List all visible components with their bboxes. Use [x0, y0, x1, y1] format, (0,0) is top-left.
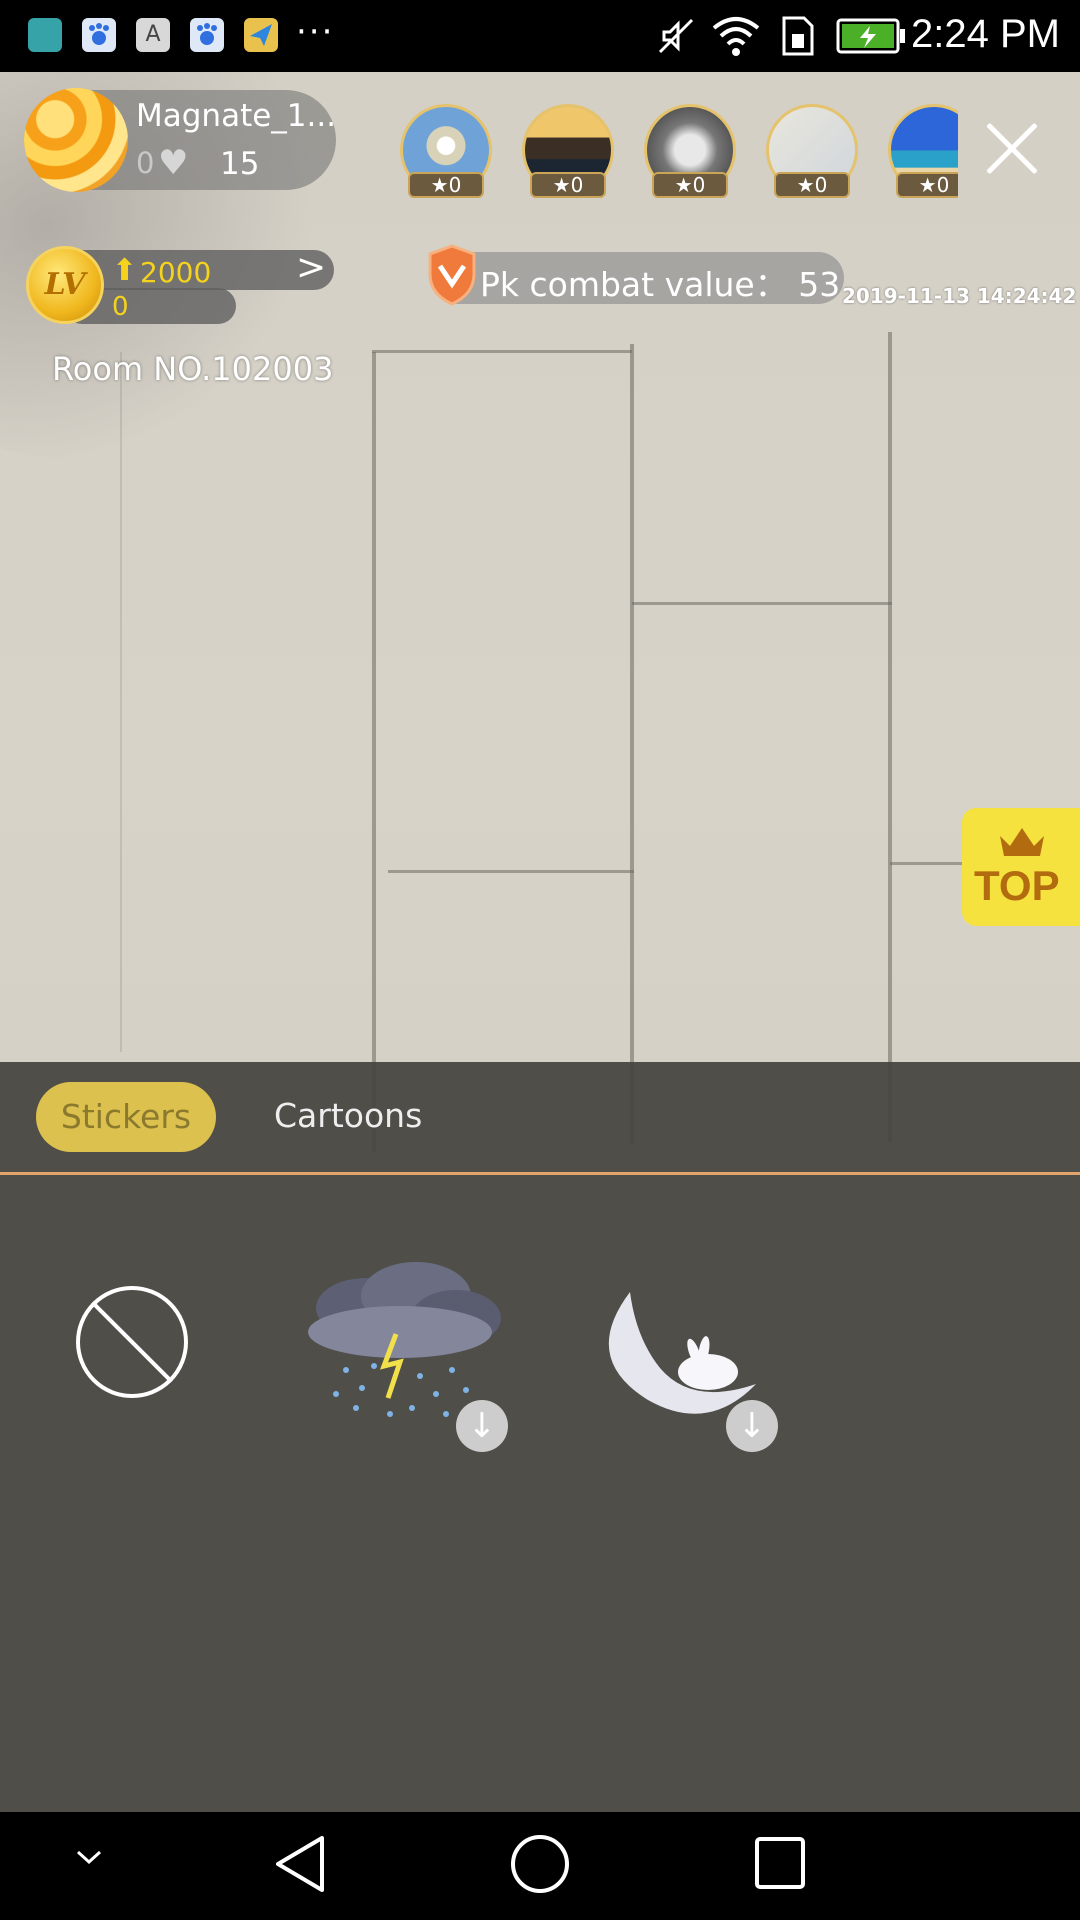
heart-icon: ♥: [158, 143, 189, 183]
close-button[interactable]: [982, 118, 1042, 178]
crown-icon: [1000, 828, 1044, 856]
clock: 2:24 PM: [911, 12, 1060, 56]
wifi-icon: [712, 17, 760, 56]
sim-icon: [782, 16, 814, 56]
no-sticker-icon[interactable]: [76, 1286, 188, 1398]
baidu-icon: [190, 18, 224, 52]
wall-seam: [120, 352, 122, 1052]
navigation-bar: [0, 1812, 1080, 1920]
host-follower-count: 15: [220, 146, 260, 182]
viewer-star-badge: ★0: [774, 172, 850, 198]
room-number: Room NO.102003: [52, 350, 334, 388]
arrow-up-icon: ⬆: [112, 253, 138, 288]
download-icon[interactable]: ↓: [726, 1400, 778, 1452]
wall-seam: [388, 870, 634, 873]
wall-seam: [372, 352, 376, 1152]
tab-divider: [0, 1172, 1080, 1175]
download-icon[interactable]: ↓: [456, 1400, 508, 1452]
mute-icon: [658, 18, 694, 54]
level-value: 2000: [140, 256, 212, 289]
chevron-down-icon[interactable]: [74, 1842, 104, 1872]
host-avatar[interactable]: [24, 88, 128, 192]
tab-stickers[interactable]: Stickers: [36, 1082, 216, 1152]
wall-seam: [632, 602, 892, 605]
home-icon[interactable]: [510, 1834, 570, 1894]
recents-icon[interactable]: [754, 1836, 806, 1890]
viewer-avatar-clip: ★0: [888, 100, 958, 204]
font-icon: A: [136, 18, 170, 52]
viewer-star-badge: ★0: [408, 172, 484, 198]
status-bar: A ··· 2:24 PM: [0, 0, 1080, 72]
viewer-star-badge: ★0: [896, 172, 958, 198]
more-notifications-icon: ···: [296, 12, 335, 52]
baidu-icon: [82, 18, 116, 52]
shield-icon: [428, 244, 476, 306]
host-name: Magnate_1...: [136, 98, 337, 134]
moon-rabbit-sticker[interactable]: [596, 1288, 764, 1418]
timestamp: 2019-11-13 14:24:42: [842, 284, 1077, 308]
wall-seam: [372, 350, 632, 353]
pk-combat-value: Pk combat value： 53: [480, 265, 841, 304]
level-coin-icon: LV: [26, 246, 104, 324]
tab-cartoons[interactable]: Cartoons: [274, 1096, 422, 1135]
maps-icon: [244, 18, 278, 52]
wall-seam: [888, 332, 892, 1142]
level-sub-value: 0: [112, 292, 129, 322]
chevron-right-icon[interactable]: >: [296, 250, 326, 286]
host-like-count: 0: [136, 146, 155, 180]
back-icon[interactable]: [272, 1834, 328, 1894]
viewer-star-badge: ★0: [652, 172, 728, 198]
top-label: TOP: [974, 862, 1060, 909]
viewer-star-badge: ★0: [530, 172, 606, 198]
battery-icon: [836, 18, 905, 54]
android-icon: [28, 18, 62, 52]
wall-seam: [630, 344, 634, 1144]
